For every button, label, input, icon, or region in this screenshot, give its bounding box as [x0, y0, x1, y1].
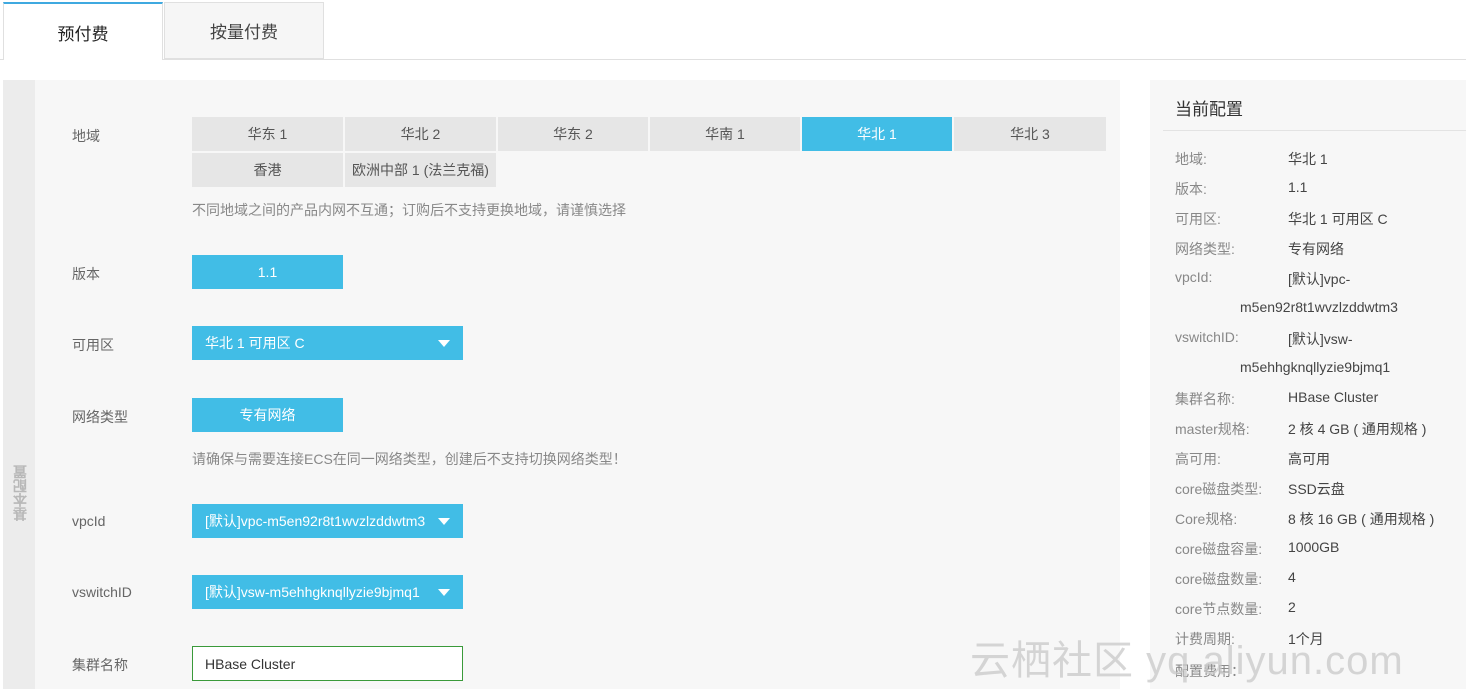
region-option-huabei2[interactable]: 华北 2	[345, 117, 496, 151]
summary-value-core-disk-type: SSD云盘	[1288, 481, 1345, 497]
region-hint: 不同地域之间的产品内网不互通；订购后不支持更换地域，请谨慎选择	[192, 202, 626, 218]
summary-value-core-spec: 8 核 16 GB ( 通用规格 )	[1288, 511, 1435, 527]
summary-divider	[1163, 130, 1466, 131]
zone-select-value: 华北 1 可用区 C	[205, 335, 305, 351]
vswitchid-label: vswitchID	[72, 584, 132, 600]
network-option-vpc[interactable]: 专有网络	[192, 398, 343, 432]
summary-title: 当前配置	[1175, 100, 1243, 119]
summary-value-billing-cycle: 1个月	[1288, 631, 1324, 647]
summary-label-core-spec: Core规格:	[1175, 511, 1238, 527]
summary-value-ha: 高可用	[1288, 451, 1330, 467]
summary-label-ha: 高可用:	[1175, 451, 1221, 467]
summary-label-master-spec: master规格:	[1175, 421, 1250, 437]
summary-value-version: 1.1	[1288, 179, 1308, 195]
chevron-down-icon	[438, 518, 450, 525]
zone-select[interactable]: 华北 1 可用区 C	[192, 326, 463, 360]
summary-label-config-fee: 配置费用：	[1175, 663, 1245, 679]
vpcid-select-value: [默认]vpc-m5en92r8t1wvzlzddwtm3	[205, 513, 426, 529]
summary-label-region: 地域:	[1175, 151, 1207, 167]
network-hint: 请确保与需要连接ECS在同一网络类型，创建后不支持切换网络类型！	[192, 451, 627, 467]
region-option-huabei3[interactable]: 华北 3	[954, 117, 1106, 151]
summary-label-core-disk-type: core磁盘类型:	[1175, 481, 1263, 497]
cluster-name-input[interactable]	[192, 646, 463, 681]
zone-label: 可用区	[72, 337, 114, 353]
tabs-baseline	[0, 59, 1466, 60]
region-option-frankfurt[interactable]: 欧洲中部 1 (法兰克福)	[345, 153, 496, 187]
summary-label-network: 网络类型:	[1175, 241, 1235, 257]
summary-value-zone: 华北 1 可用区 C	[1288, 211, 1388, 227]
region-label: 地域	[72, 128, 100, 144]
summary-label-core-disk-size: core磁盘容量:	[1175, 541, 1263, 557]
vswitchid-select[interactable]: [默认]vsw-m5ehhgknqllyzie9bjmq1	[192, 575, 463, 609]
tab-prepaid[interactable]: 预付费	[3, 2, 163, 60]
chevron-down-icon	[438, 340, 450, 347]
version-option-1-1[interactable]: 1.1	[192, 255, 343, 289]
region-option-hongkong[interactable]: 香港	[192, 153, 343, 187]
section-label-basic-config: 基本配置	[12, 465, 28, 521]
summary-label-vswitchid: vswitchID:	[1175, 329, 1239, 345]
summary-value-vswitchid: [默认]vsw-	[1288, 331, 1353, 347]
summary-value-vpcid: [默认]vpc-	[1288, 271, 1351, 287]
summary-label-vpcid: vpcId:	[1175, 269, 1213, 285]
summary-value-vswitchid-cont: m5ehhgknqllyzie9bjmq1	[1240, 359, 1391, 375]
summary-label-version: 版本:	[1175, 181, 1207, 197]
summary-value-region: 华北 1	[1288, 151, 1328, 167]
summary-value-master-spec: 2 核 4 GB ( 通用规格 )	[1288, 421, 1427, 437]
region-option-huadong1[interactable]: 华东 1	[192, 117, 343, 151]
version-label: 版本	[72, 266, 100, 282]
region-option-huabei1[interactable]: 华北 1	[802, 117, 952, 151]
section-side-strip: 基本配置	[3, 80, 35, 689]
summary-label-core-disk-count: core磁盘数量:	[1175, 571, 1263, 587]
summary-label-zone: 可用区:	[1175, 211, 1221, 227]
summary-value-cluster-name: HBase Cluster	[1288, 389, 1379, 405]
chevron-down-icon	[438, 589, 450, 596]
summary-value-core-disk-size: 1000GB	[1288, 539, 1340, 555]
cluster-name-label: 集群名称	[72, 657, 128, 673]
summary-value-network: 专有网络	[1288, 241, 1344, 257]
region-option-huadong2[interactable]: 华东 2	[498, 117, 648, 151]
summary-value-core-disk-count: 4	[1288, 569, 1296, 585]
network-type-label: 网络类型	[72, 409, 128, 425]
billing-tabs: 预付费 按量付费	[0, 0, 1466, 60]
vpcid-label: vpcId	[72, 513, 106, 529]
summary-value-core-node-count: 2	[1288, 599, 1296, 615]
summary-label-billing-cycle: 计费周期:	[1175, 631, 1235, 647]
vpcid-select[interactable]: [默认]vpc-m5en92r8t1wvzlzddwtm3	[192, 504, 463, 538]
current-config-panel	[1150, 80, 1466, 689]
summary-label-core-node-count: core节点数量:	[1175, 601, 1263, 617]
summary-value-vpcid-cont: m5en92r8t1wvzlzddwtm3	[1240, 299, 1398, 315]
tab-pay-as-you-go[interactable]: 按量付费	[164, 2, 324, 59]
region-option-huanan1[interactable]: 华南 1	[650, 117, 800, 151]
vswitchid-select-value: [默认]vsw-m5ehhgknqllyzie9bjmq1	[205, 584, 420, 600]
summary-label-cluster-name: 集群名称:	[1175, 391, 1235, 407]
